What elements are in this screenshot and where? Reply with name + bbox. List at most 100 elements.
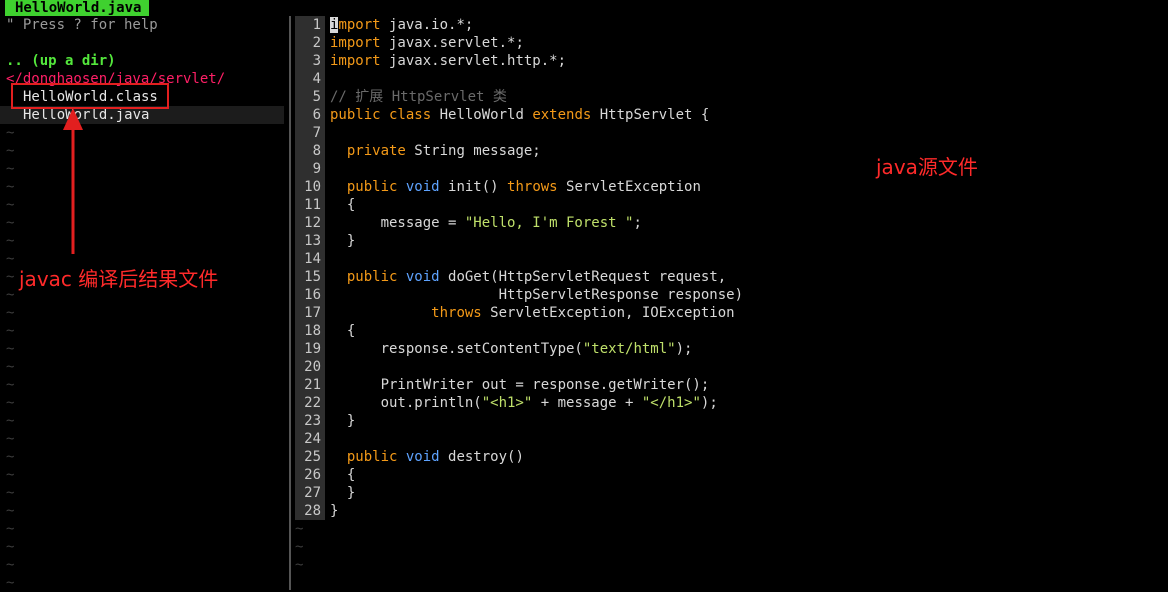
code-token: java.io.*; [380, 17, 474, 33]
line-number: 18 [304, 323, 321, 339]
code-token: HelloWorld [431, 107, 533, 123]
empty-line-marker: ~ [295, 539, 304, 555]
code-token: import [330, 35, 381, 51]
line-number: 23 [304, 413, 321, 429]
code-line: message = "Hello, I'm Forest "; [330, 214, 743, 232]
code-token: public [346, 179, 398, 195]
code-token: private [346, 143, 406, 159]
tab-active-file[interactable]: HelloWorld.java [5, 0, 150, 16]
line-number: 6 [312, 107, 321, 123]
code-line: // 扩展 HttpServlet 类 [330, 88, 743, 106]
empty-line-marker: ~ [6, 305, 15, 321]
code-token: "Hello, I'm Forest " [464, 215, 634, 231]
code-token: } [330, 233, 356, 249]
code-line: } [330, 412, 743, 430]
code-token: "text/html" [582, 341, 676, 357]
empty-line-marker: ~ [6, 287, 15, 303]
code-token: } [330, 503, 339, 519]
line-number: 1 [312, 17, 321, 33]
code-token: // 扩展 HttpServlet 类 [330, 89, 507, 105]
line-number: 9 [312, 161, 321, 177]
code-token: { [330, 323, 356, 339]
code-token: } [330, 413, 356, 429]
code-buffer[interactable]: import java.io.*; import javax.servlet.*;… [330, 16, 743, 520]
line-number: 22 [304, 395, 321, 411]
code-token: "<h1>" [481, 395, 533, 411]
code-token: ); [700, 395, 718, 411]
code-token: doGet(HttpServletRequest request, [439, 269, 727, 285]
empty-line-marker: ~ [295, 521, 304, 537]
code-token: out.println( [330, 395, 482, 411]
line-number: 20 [304, 359, 321, 375]
annotation-compiled-file: javac 编译后结果文件 [19, 267, 219, 291]
code-token: HttpServlet { [591, 107, 710, 123]
tree-empty-lines: ~ ~ ~ ~ ~ ~ ~ ~ ~ ~ ~ ~ ~ ~ ~ ~ ~ ~ ~ ~ ~ ~ ~ ~ ~ ~ [6, 124, 14, 592]
empty-line-marker: ~ [6, 413, 15, 429]
tabline: HelloWorld.java [0, 0, 1168, 16]
code-line: public void doGet(HttpServletRequest req… [330, 268, 743, 286]
code-line: import javax.servlet.http.*; [330, 52, 743, 70]
code-token: public [346, 449, 398, 465]
empty-line-marker: ~ [6, 197, 15, 213]
line-number: 27 [304, 485, 321, 501]
code-line: public class HelloWorld extends HttpServ… [330, 106, 743, 124]
code-line: import javax.servlet.*; [330, 34, 743, 52]
code-token: mport [338, 17, 381, 33]
line-number: 2 [312, 35, 321, 51]
empty-line-marker: ~ [6, 539, 15, 555]
code-line: } [330, 484, 743, 502]
empty-line-marker: ~ [6, 467, 15, 483]
line-number: 26 [304, 467, 321, 483]
highlight-box [11, 83, 169, 109]
code-token: public class [330, 107, 432, 123]
empty-line-marker: ~ [6, 575, 15, 591]
empty-line-marker: ~ [6, 233, 15, 249]
code-line: { [330, 196, 743, 214]
line-numbers: 1 2 3 4 5 6 7 8 9 10 11 12 13 14 15 16 17 18 19 20 21 22 23 24 2… [295, 16, 321, 520]
code-token: void [405, 269, 440, 285]
annotation-source-file: java源文件 [876, 155, 978, 179]
tree-up-dir[interactable]: .. (up a dir) [6, 52, 116, 70]
empty-line-marker: ~ [6, 377, 15, 393]
code-token: { [330, 467, 356, 483]
code-line: throws ServletException, IOException [330, 304, 743, 322]
code-token: message = [330, 215, 465, 231]
code-token: throws [431, 305, 482, 321]
empty-line-marker: ~ [6, 323, 15, 339]
line-number: 8 [312, 143, 321, 159]
code-token: } [330, 485, 356, 501]
code-line: public void init() throws ServletExcepti… [330, 178, 743, 196]
arrow-up-icon [63, 108, 83, 254]
empty-line-marker: ~ [295, 557, 304, 573]
window-split-divider[interactable] [289, 16, 291, 590]
empty-line-marker: ~ [6, 359, 15, 375]
line-number: 7 [312, 125, 321, 141]
line-number: 3 [312, 53, 321, 69]
line-number: 4 [312, 71, 321, 87]
code-line: { [330, 466, 743, 484]
empty-line-marker: ~ [6, 557, 15, 573]
line-number: 12 [304, 215, 321, 231]
code-line: public void destroy() [330, 448, 743, 466]
code-token: import [330, 53, 381, 69]
code-token: response.setContentType( [330, 341, 583, 357]
empty-line-marker: ~ [6, 503, 15, 519]
code-token: javax.servlet.http.*; [380, 53, 567, 69]
code-line: out.println("<h1>" + message + "</h1>"); [330, 394, 743, 412]
empty-line-marker: ~ [6, 179, 15, 195]
code-token: HttpServletResponse response) [330, 287, 744, 303]
code-line: HttpServletResponse response) [330, 286, 743, 304]
line-number: 16 [304, 287, 321, 303]
